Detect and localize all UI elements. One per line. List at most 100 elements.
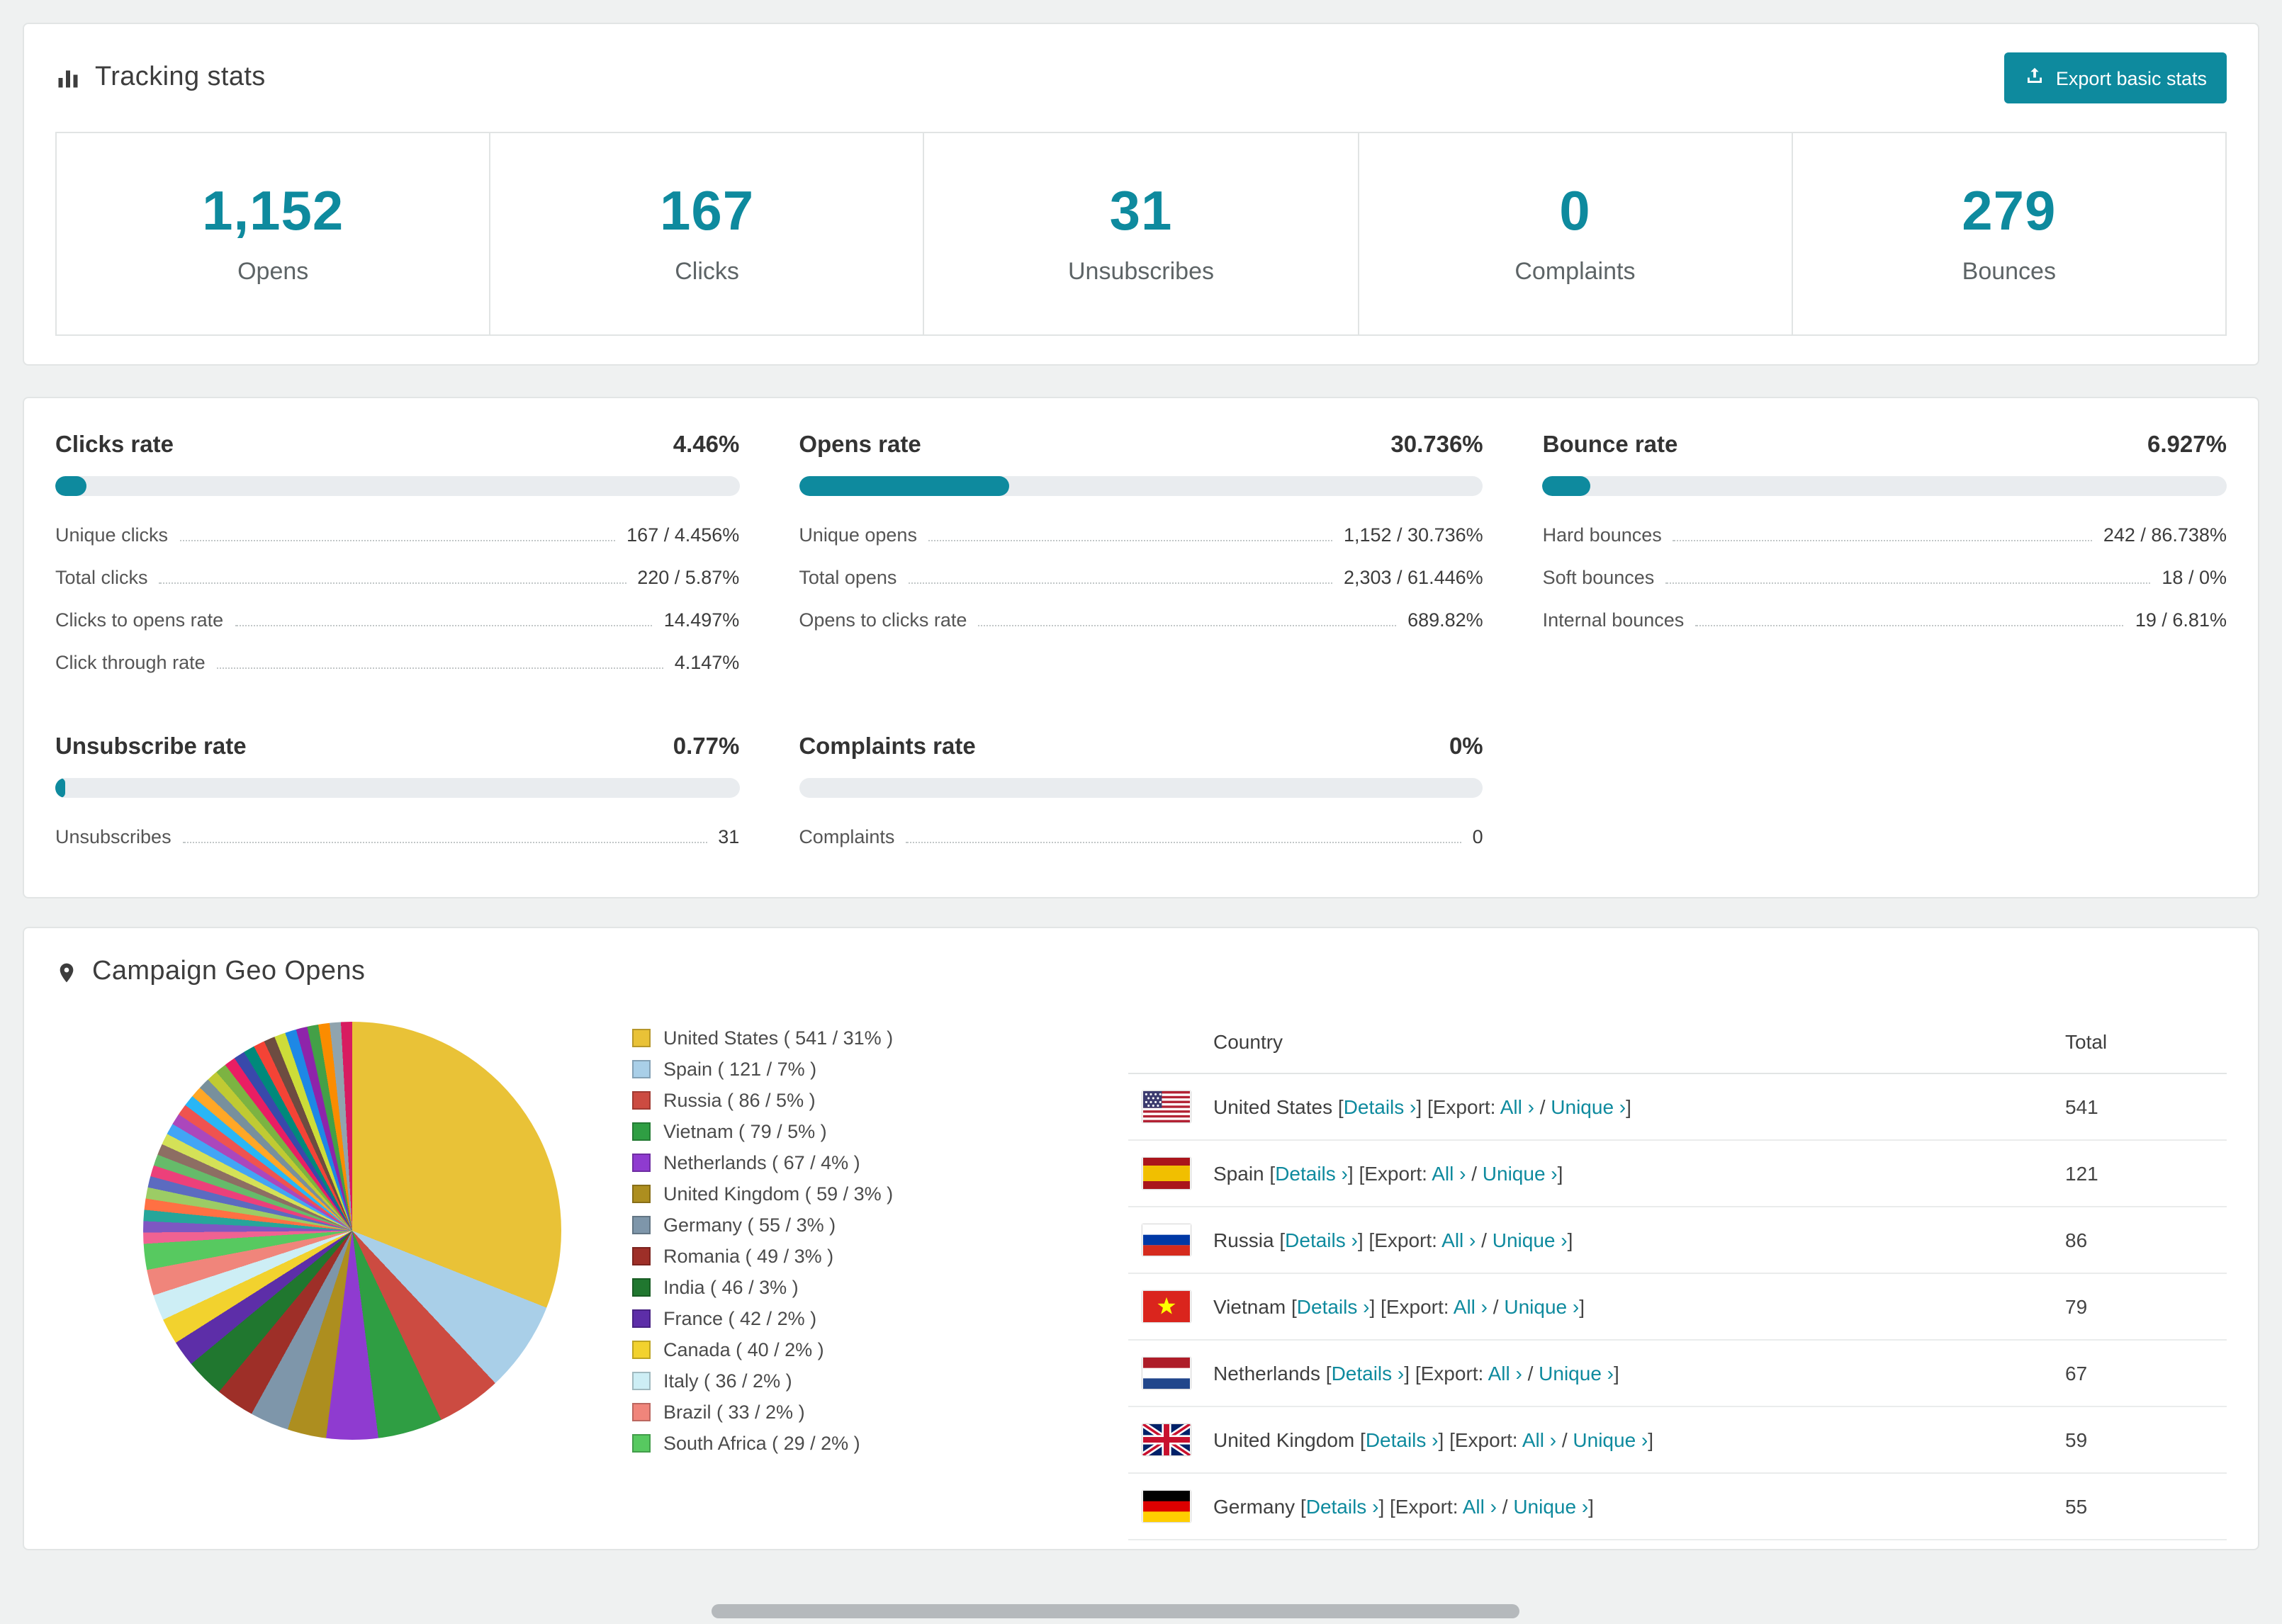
geo-opens-title: Campaign Geo Opens — [92, 957, 366, 986]
rates-grid: Clicks rate 4.46% Unique clicks 167 / 4.456… — [24, 398, 2258, 897]
rate-block-clicks-rate: Clicks rate 4.46% Unique clicks 167 / 4.456… — [55, 432, 740, 683]
export-unique-link[interactable]: Unique › — [1539, 1362, 1614, 1385]
rate-value: 30.736% — [1390, 432, 1483, 458]
legend-swatch — [632, 1154, 651, 1172]
country-total: 541 — [2065, 1095, 2098, 1118]
export-all-link[interactable]: All › — [1488, 1362, 1522, 1385]
legend-label: United Kingdom ( 59 / 3% ) — [663, 1183, 894, 1205]
legend-label: South Africa ( 29 / 2% ) — [663, 1433, 860, 1454]
progress-bar-fill — [799, 476, 1009, 496]
legend-item-spain: Spain ( 121 / 7% ) — [632, 1059, 1128, 1080]
legend-swatch — [632, 1091, 651, 1110]
legend-label: India ( 46 / 3% ) — [663, 1277, 799, 1298]
metric-label: Hard bounces — [1542, 524, 1662, 545]
legend-item-germany: Germany ( 55 / 3% ) — [632, 1214, 1128, 1236]
export-unique-link[interactable]: Unique › — [1493, 1229, 1568, 1251]
tracking-stats-header: Tracking stats Export basic stats — [55, 52, 2227, 103]
dotted-leader — [216, 667, 663, 668]
table-row-russia: Russia [Details ›] [Export: All › / Uniq… — [1128, 1207, 2227, 1274]
export-all-link[interactable]: All › — [1463, 1495, 1497, 1518]
details-link[interactable]: Details › — [1332, 1362, 1405, 1385]
dotted-leader — [182, 841, 707, 842]
country-total: 55 — [2065, 1495, 2088, 1518]
progress-bar — [55, 778, 740, 798]
progress-bar-fill — [55, 476, 86, 496]
details-link[interactable]: Details › — [1285, 1229, 1358, 1251]
table-row-united-kingdom: United Kingdom [Details ›] [Export: All … — [1128, 1407, 2227, 1474]
legend-label: Germany ( 55 / 3% ) — [663, 1214, 836, 1236]
legend-item-united-kingdom: United Kingdom ( 59 / 3% ) — [632, 1183, 1128, 1205]
export-unique-link[interactable]: Unique › — [1551, 1095, 1626, 1118]
table-row-united-states: United States [Details ›] [Export: All ›… — [1128, 1074, 2227, 1141]
export-all-link[interactable]: All › — [1454, 1295, 1488, 1318]
summary-stat-opens: 1,152 Opens — [55, 132, 491, 336]
metric-value: 167 / 4.456% — [626, 524, 740, 545]
legend-item-south-africa: South Africa ( 29 / 2% ) — [632, 1433, 1128, 1454]
legend-swatch — [632, 1403, 651, 1421]
details-link[interactable]: Details › — [1344, 1095, 1417, 1118]
export-unique-link[interactable]: Unique › — [1504, 1295, 1579, 1318]
rate-metrics: Hard bounces 242 / 86.738% Soft bounces 18 … — [1543, 513, 2227, 641]
rate-title: Bounce rate — [1542, 432, 1678, 458]
metric-value: 31 — [718, 825, 740, 847]
export-all-link[interactable]: All › — [1432, 1162, 1466, 1185]
rate-metrics: Unsubscribes 31 — [55, 815, 739, 857]
details-link[interactable]: Details › — [1366, 1428, 1439, 1451]
rates-card: Clicks rate 4.46% Unique clicks 167 / 4.456… — [23, 397, 2259, 898]
details-link[interactable]: Details › — [1297, 1295, 1370, 1318]
progress-bar — [799, 476, 1483, 496]
legend-item-brazil: Brazil ( 33 / 2% ) — [632, 1402, 1128, 1423]
metric-value: 220 / 5.87% — [637, 566, 740, 587]
page-title: Tracking stats — [95, 62, 266, 92]
metric-label: Unique opens — [799, 524, 917, 545]
metric-row: Internal bounces 19 / 6.81% — [1543, 598, 2227, 641]
legend-swatch — [632, 1060, 651, 1078]
export-all-link[interactable]: All › — [1441, 1229, 1476, 1251]
metric-row: Unsubscribes 31 — [55, 815, 739, 857]
metric-row: Clicks to opens rate 14.497% — [55, 598, 739, 641]
country-cell: Germany [Details ›] [Export: All › / Uni… — [1213, 1495, 1594, 1518]
country-total: 67 — [2065, 1362, 2088, 1385]
country-cell: Vietnam [Details ›] [Export: All › / Uni… — [1213, 1295, 1585, 1318]
geo-opens-header: Campaign Geo Opens — [55, 957, 2227, 988]
legend-item-canada: Canada ( 40 / 2% ) — [632, 1339, 1128, 1360]
column-header-total: Total — [2065, 1030, 2108, 1053]
flag-ru-icon — [1142, 1224, 1213, 1256]
metric-value: 0 — [1472, 825, 1483, 847]
stat-value: 167 — [660, 181, 755, 242]
summary-stat-unsubscribes: 31 Unsubscribes — [923, 132, 1359, 336]
geo-table-rows: United States [Details ›] [Export: All ›… — [1128, 1074, 2227, 1540]
stat-label: Complaints — [1514, 258, 1636, 285]
export-unique-link[interactable]: Unique › — [1513, 1495, 1588, 1518]
legend-item-united-states: United States ( 541 / 31% ) — [632, 1027, 1128, 1049]
dotted-leader — [1695, 624, 2124, 626]
stat-label: Opens — [237, 258, 309, 285]
export-all-link[interactable]: All › — [1522, 1428, 1556, 1451]
summary-stat-clicks: 167 Clicks — [489, 132, 925, 336]
export-unique-link[interactable]: Unique › — [1483, 1162, 1558, 1185]
export-unique-link[interactable]: Unique › — [1573, 1428, 1648, 1451]
metric-row: Click through rate 4.147% — [55, 641, 739, 683]
country-cell: United States [Details ›] [Export: All ›… — [1213, 1095, 1631, 1118]
rate-block-opens-rate: Opens rate 30.736% Unique opens 1,152 / 30.… — [799, 432, 1483, 683]
rate-value: 4.46% — [673, 432, 740, 458]
flag-us-icon — [1142, 1091, 1213, 1122]
legend-item-netherlands: Netherlands ( 67 / 4% ) — [632, 1152, 1128, 1173]
metric-label: Unsubscribes — [55, 825, 172, 847]
stat-value: 31 — [1109, 181, 1173, 242]
rate-title: Opens rate — [799, 432, 921, 458]
details-link[interactable]: Details › — [1275, 1162, 1348, 1185]
dotted-leader — [906, 841, 1461, 842]
progress-bar — [799, 778, 1483, 798]
horizontal-scrollbar-thumb[interactable] — [712, 1604, 1519, 1618]
rate-title: Unsubscribe rate — [55, 734, 247, 760]
legend-item-vietnam: Vietnam ( 79 / 5% ) — [632, 1121, 1128, 1142]
export-all-link[interactable]: All › — [1500, 1095, 1534, 1118]
rate-head: Bounce rate 6.927% — [1543, 432, 2227, 459]
details-link[interactable]: Details › — [1306, 1495, 1379, 1518]
dotted-leader — [235, 624, 653, 626]
legend-swatch — [632, 1122, 651, 1141]
export-basic-stats-button[interactable]: Export basic stats — [2004, 52, 2227, 103]
pie-legend: United States ( 541 / 31% ) Spain ( 121 /… — [632, 1027, 1128, 1464]
geo-opens-pie-chart[interactable] — [143, 1022, 561, 1440]
